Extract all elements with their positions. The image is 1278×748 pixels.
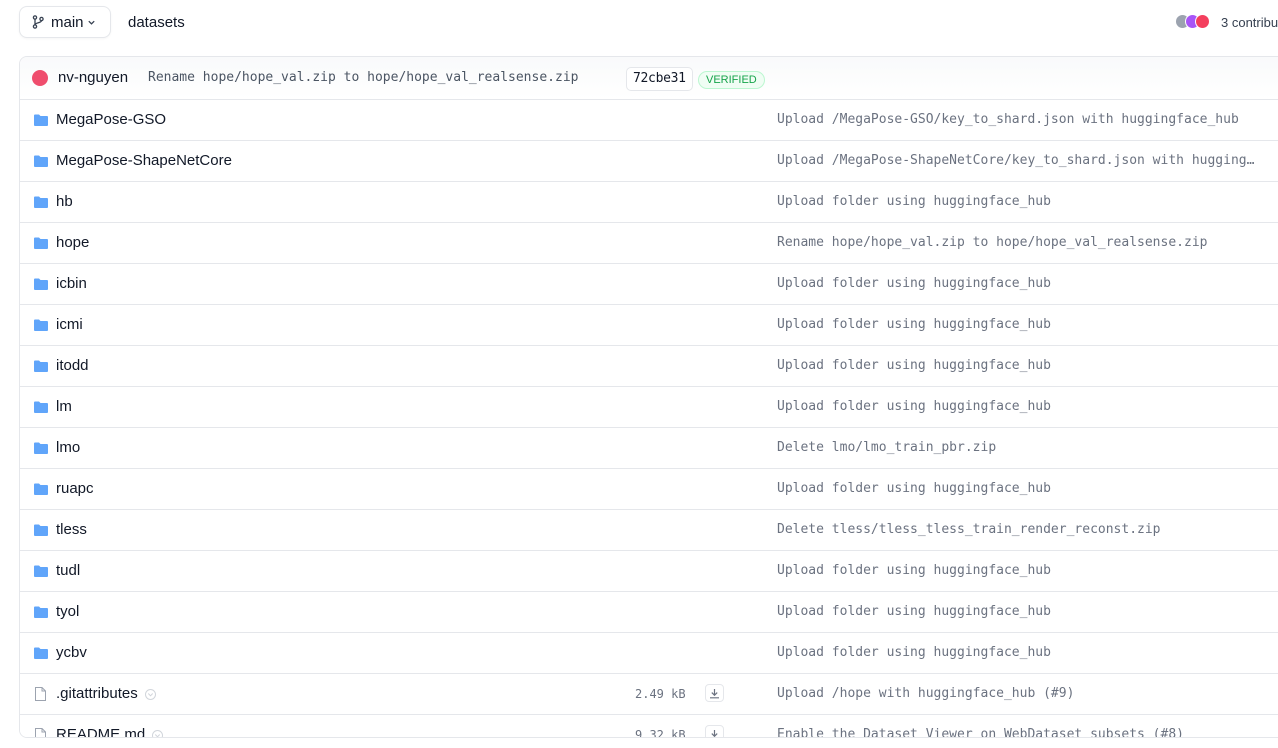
folder-row[interactable]: lm Upload folder using huggingface_hub <box>20 387 1278 428</box>
folder-name[interactable]: tless <box>56 521 87 538</box>
last-commit-message[interactable]: Delete lmo/lmo_train_pbr.zip <box>777 440 1261 455</box>
last-commit-message[interactable]: Upload folder using huggingface_hub <box>777 194 1261 209</box>
repo-header: main datasets 3 contribu <box>19 6 1278 40</box>
breadcrumb-datasets[interactable]: datasets <box>128 14 185 31</box>
contributor-avatar <box>1195 14 1210 29</box>
file-icon <box>35 728 46 737</box>
folder-row[interactable]: ycbv Upload folder using huggingface_hub <box>20 633 1278 674</box>
contributor-avatars <box>1175 14 1217 30</box>
folder-row[interactable]: hope Rename hope/hope_val.zip to hope/hop… <box>20 223 1278 264</box>
folder-row[interactable]: MegaPose-ShapeNetCore Upload /MegaPose-Sh… <box>20 141 1278 182</box>
folder-row[interactable]: MegaPose-GSO Upload /MegaPose-GSO/key_to_… <box>20 100 1278 141</box>
folder-row[interactable]: tyol Upload folder using huggingface_hub <box>20 592 1278 633</box>
file-name-text[interactable]: README.md <box>56 726 145 737</box>
folder-name[interactable]: tyol <box>56 603 79 620</box>
last-commit-message[interactable]: Upload folder using huggingface_hub <box>777 645 1261 660</box>
folder-icon <box>34 606 48 618</box>
commit-author[interactable]: nv-nguyen <box>58 69 128 86</box>
contributors-count: 3 contribu <box>1221 14 1278 30</box>
folder-name[interactable]: hope <box>56 234 89 251</box>
download-button[interactable] <box>705 684 724 702</box>
folder-icon <box>34 524 48 536</box>
folder-row[interactable]: hb Upload folder using huggingface_hub <box>20 182 1278 223</box>
folder-icon <box>34 565 48 577</box>
chevron-down-icon <box>87 20 95 25</box>
folder-name[interactable]: ruapc <box>56 480 94 497</box>
branch-name: main <box>51 13 84 31</box>
last-commit-message[interactable]: Rename hope/hope_val.zip to hope/hope_va… <box>777 235 1261 250</box>
folder-name[interactable]: lm <box>56 398 72 415</box>
file-list: MegaPose-GSO Upload /MegaPose-GSO/key_to_… <box>20 100 1278 738</box>
file-size: 9.32 kB <box>635 728 686 738</box>
folder-name[interactable]: lmo <box>56 439 80 456</box>
contributors-link[interactable]: 3 contribu <box>1175 14 1278 30</box>
folder-icon <box>34 483 48 495</box>
folder-icon <box>34 319 48 331</box>
file-row[interactable]: .gitattributes 2.49 kB Upload /hope with h… <box>20 674 1278 715</box>
last-commit-message[interactable]: Upload folder using huggingface_hub <box>777 276 1261 291</box>
branch-selector-button[interactable]: main <box>19 6 111 38</box>
folder-row[interactable]: icmi Upload folder using huggingface_hub <box>20 305 1278 346</box>
folder-icon <box>34 196 48 208</box>
last-commit-message[interactable]: Enable the Dataset Viewer on WebDataset … <box>777 727 1261 737</box>
folder-name[interactable]: icmi <box>56 316 83 333</box>
file-name[interactable]: README.md <box>56 726 164 737</box>
folder-icon <box>34 360 48 372</box>
file-size: 2.49 kB <box>635 687 686 701</box>
commit-message[interactable]: Rename hope/hope_val.zip to hope/hope_va… <box>148 70 578 85</box>
file-icon <box>35 687 46 701</box>
folder-icon <box>34 401 48 413</box>
folder-row[interactable]: icbin Upload folder using huggingface_hub <box>20 264 1278 305</box>
file-name[interactable]: .gitattributes <box>56 685 156 702</box>
last-commit-row: nv-nguyen Rename hope/hope_val.zip to ho… <box>20 57 1278 100</box>
download-icon <box>711 729 718 737</box>
folder-row[interactable]: tudl Upload folder using huggingface_hub <box>20 551 1278 592</box>
last-commit-message[interactable]: Upload folder using huggingface_hub <box>777 481 1261 496</box>
folder-name[interactable]: hb <box>56 193 73 210</box>
last-commit-message[interactable]: Upload folder using huggingface_hub <box>777 563 1261 578</box>
lfs-badge-icon <box>144 688 156 700</box>
last-commit-message[interactable]: Upload /MegaPose-GSO/key_to_shard.json w… <box>777 112 1261 127</box>
folder-icon <box>34 114 48 126</box>
folder-name[interactable]: MegaPose-GSO <box>56 111 166 128</box>
file-table: nv-nguyen Rename hope/hope_val.zip to ho… <box>19 56 1278 738</box>
last-commit-message[interactable]: Upload /hope with huggingface_hub (#9) <box>777 686 1261 701</box>
folder-row[interactable]: ruapc Upload folder using huggingface_hub <box>20 469 1278 510</box>
folder-icon <box>34 278 48 290</box>
last-commit-message[interactable]: Upload folder using huggingface_hub <box>777 358 1261 373</box>
file-name-text[interactable]: .gitattributes <box>56 685 138 702</box>
folder-icon <box>34 647 48 659</box>
folder-row[interactable]: tless Delete tless/tless_tless_train_rend… <box>20 510 1278 551</box>
last-commit-message[interactable]: Delete tless/tless_tless_train_render_re… <box>777 522 1261 537</box>
folder-name[interactable]: ycbv <box>56 644 87 661</box>
folder-row[interactable]: lmo Delete lmo/lmo_train_pbr.zip <box>20 428 1278 469</box>
lfs-badge-icon <box>152 729 164 737</box>
last-commit-message[interactable]: Upload folder using huggingface_hub <box>777 604 1261 619</box>
last-commit-message[interactable]: Upload folder using huggingface_hub <box>777 317 1261 332</box>
folder-name[interactable]: MegaPose-ShapeNetCore <box>56 152 232 169</box>
verified-badge: VERIFIED <box>698 71 765 89</box>
last-commit-message[interactable]: Upload folder using huggingface_hub <box>777 399 1261 414</box>
folder-icon <box>34 155 48 167</box>
folder-name[interactable]: tudl <box>56 562 80 579</box>
git-branch-icon <box>32 15 44 29</box>
folder-icon <box>34 442 48 454</box>
last-commit-message[interactable]: Upload /MegaPose-ShapeNetCore/key_to_sha… <box>777 153 1261 168</box>
folder-row[interactable]: itodd Upload folder using huggingface_hub <box>20 346 1278 387</box>
folder-icon <box>34 237 48 249</box>
folder-name[interactable]: icbin <box>56 275 87 292</box>
file-row[interactable]: README.md 9.32 kB Enable the Dataset Viewe… <box>20 715 1278 738</box>
folder-name[interactable]: itodd <box>56 357 89 374</box>
download-icon <box>710 688 719 698</box>
download-button[interactable] <box>705 725 724 737</box>
commit-hash[interactable]: 72cbe31 <box>626 67 693 91</box>
commit-author-avatar[interactable] <box>32 70 48 86</box>
